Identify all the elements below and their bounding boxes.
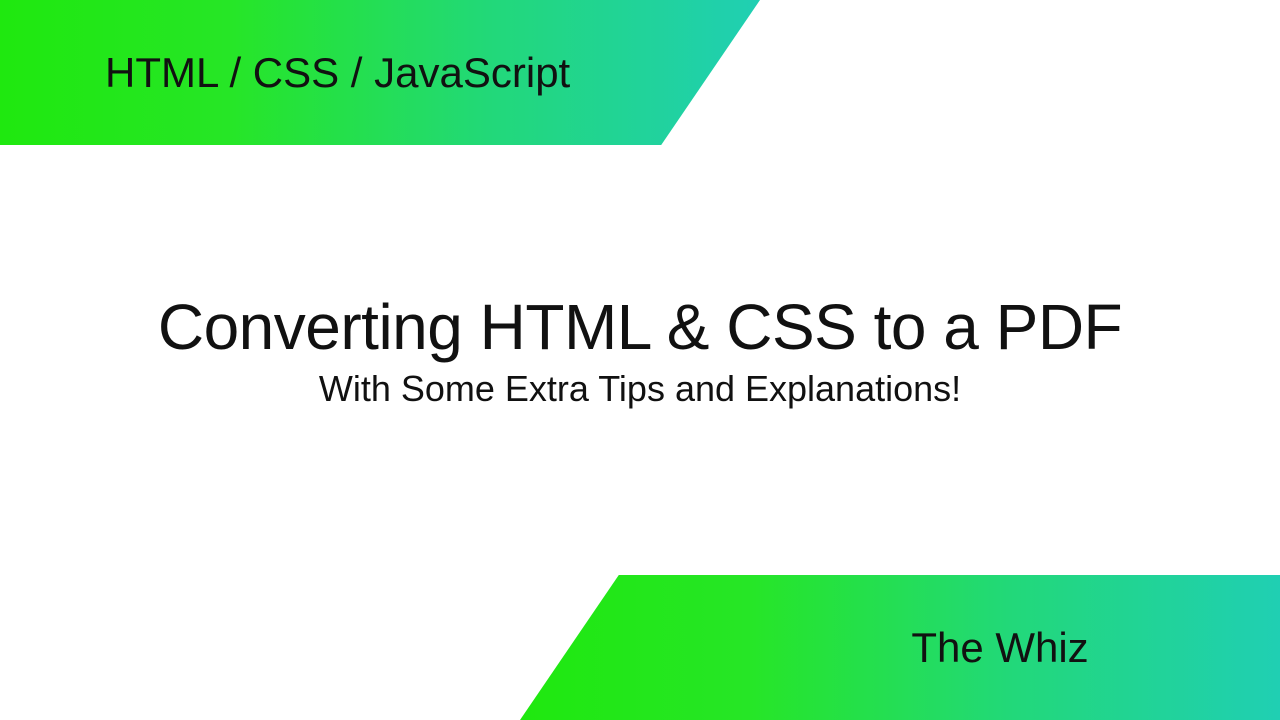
- author-label: The Whiz: [911, 624, 1088, 672]
- top-banner: HTML / CSS / JavaScript: [0, 0, 760, 145]
- category-label: HTML / CSS / JavaScript: [105, 49, 570, 97]
- title-block: Converting HTML & CSS to a PDF With Some…: [0, 290, 1280, 410]
- bottom-banner: The Whiz: [520, 575, 1280, 720]
- main-title: Converting HTML & CSS to a PDF: [0, 290, 1280, 364]
- subtitle: With Some Extra Tips and Explanations!: [0, 368, 1280, 410]
